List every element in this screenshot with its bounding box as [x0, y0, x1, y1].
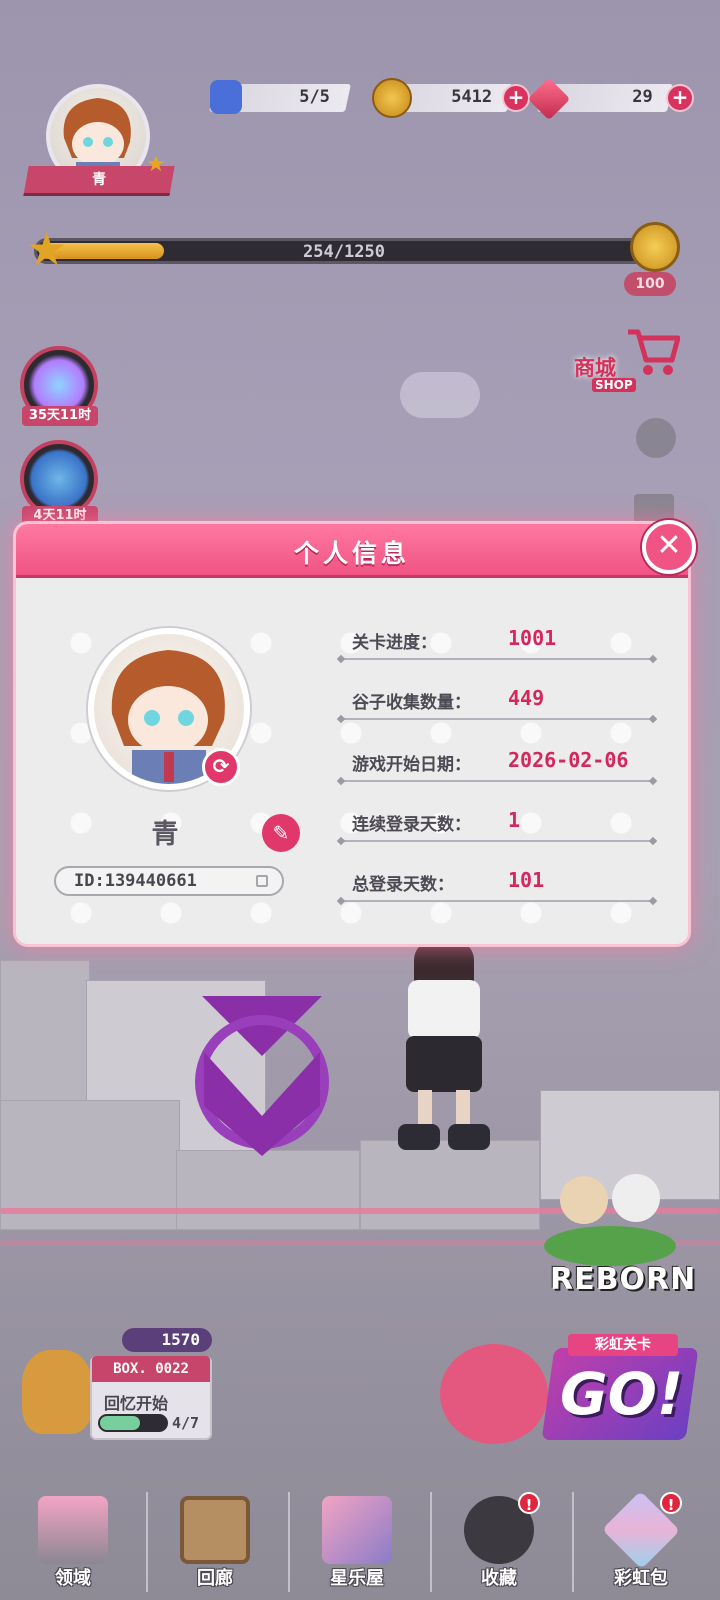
level-progress-bar: 254/1250 [34, 238, 654, 264]
friends-icon[interactable] [636, 418, 676, 458]
change-avatar-button[interactable]: ⟳ [202, 748, 240, 786]
rainbow-stage-character [440, 1344, 548, 1444]
rainbow-stage-label: 彩虹关卡 [568, 1334, 678, 1356]
shop-sublabel: SHOP [592, 378, 636, 392]
star-house-icon [322, 1496, 392, 1564]
character-figure [398, 940, 490, 1150]
gallery-icon [180, 1496, 250, 1564]
add-gems-button[interactable]: + [666, 84, 694, 112]
nav-gallery[interactable]: 回廊 [150, 1496, 280, 1600]
coin-value: 5412 [451, 87, 493, 107]
nav-divider [146, 1492, 148, 1592]
level-reward-amount: 100 [624, 272, 676, 296]
edit-name-button[interactable]: ✎ [262, 814, 300, 852]
nav-label: 收藏 [481, 1568, 517, 1589]
close-icon: ✕ [656, 528, 682, 563]
gem-value: 29 [631, 87, 653, 107]
stat-value: 2026-02-06 [508, 748, 629, 772]
stat-value: 449 [508, 686, 545, 710]
add-coins-button[interactable]: + [502, 84, 530, 112]
lightning-icon [210, 80, 242, 114]
stat-divider [340, 658, 654, 660]
stat-divider [340, 900, 654, 902]
stat-row: 谷子收集数量： 449 [340, 682, 654, 722]
star-badge-icon: ★ [146, 152, 166, 177]
player-id-field[interactable]: ID:139440661 [54, 866, 284, 896]
stat-row: 连续登录天数： 1 [340, 804, 654, 844]
copy-icon[interactable] [256, 875, 268, 887]
nav-divider [288, 1492, 290, 1592]
stat-divider [340, 718, 654, 720]
event-timer: 35天11时 [22, 406, 98, 426]
box-progress-bar [98, 1414, 168, 1432]
cart-icon [628, 329, 680, 375]
stat-label: 关卡进度： [352, 633, 437, 653]
reborn-characters [544, 1174, 676, 1266]
nav-label: 彩虹包 [614, 1568, 668, 1589]
stat-label: 游戏开始日期： [352, 755, 471, 775]
nav-domain[interactable]: 领域 [8, 1496, 138, 1600]
stage-block [176, 1150, 360, 1230]
dialog-header: 个人信息 [16, 524, 688, 578]
notification-badge: ! [660, 1492, 682, 1514]
stat-row: 关卡进度： 1001 [340, 622, 654, 662]
pet-character[interactable] [22, 1350, 92, 1434]
nav-label: 领域 [55, 1568, 91, 1589]
nav-label: 星乐屋 [330, 1568, 384, 1589]
stat-label: 连续登录天数： [352, 815, 471, 835]
nav-collection[interactable]: ! 收藏 [434, 1492, 564, 1600]
stat-divider [340, 780, 654, 782]
cloud-decoration [400, 372, 480, 418]
nav-star-house[interactable]: 星乐屋 [292, 1496, 422, 1600]
nav-divider [430, 1492, 432, 1592]
stat-label: 总登录天数： [352, 875, 454, 895]
stat-label: 谷子收集数量： [352, 693, 471, 713]
notification-badge: ! [518, 1492, 540, 1514]
stat-row: 游戏开始日期： 2026-02-06 [340, 744, 654, 784]
stat-value: 1 [508, 808, 521, 832]
level-reward-coin-icon[interactable] [630, 222, 680, 272]
level-star-icon: ★ [26, 222, 68, 276]
domain-icon [38, 1496, 108, 1564]
reborn-event-button[interactable]: REBORN [550, 1262, 696, 1297]
stat-value: 101 [508, 868, 545, 892]
coin-icon [372, 78, 412, 118]
go-label: GO! [560, 1360, 684, 1428]
level-progress-text: 254/1250 [303, 242, 385, 262]
emblem-decoration [195, 996, 329, 1156]
energy-value: 5/5 [299, 87, 331, 107]
close-button[interactable]: ✕ [642, 520, 696, 574]
swap-icon: ⟳ [212, 754, 230, 778]
box-subtitle: 回忆开始 [104, 1394, 169, 1413]
nav-rainbow-pack[interactable]: ! 彩虹包 [576, 1490, 706, 1600]
stat-value: 1001 [508, 626, 557, 650]
nav-label: 回廊 [197, 1568, 233, 1589]
nav-divider [572, 1492, 574, 1592]
player-id: ID:139440661 [74, 871, 197, 891]
box-title: BOX. 0022 [92, 1356, 210, 1382]
pencil-icon: ✎ [272, 821, 290, 845]
box-gem-count: 1570 [122, 1328, 212, 1352]
event-timer: 4天11时 [22, 506, 98, 526]
box-progress-fill [100, 1416, 140, 1430]
bottom-navigation: 领域 回廊 星乐屋 ! 收藏 ! 彩虹包 [0, 1476, 720, 1600]
stat-row: 总登录天数： 101 [340, 864, 654, 904]
stat-divider [340, 840, 654, 842]
dialog-title: 个人信息 [293, 539, 410, 568]
box-progress-text: 4/7 [172, 1414, 200, 1432]
profile-name: 青 [151, 819, 179, 850]
